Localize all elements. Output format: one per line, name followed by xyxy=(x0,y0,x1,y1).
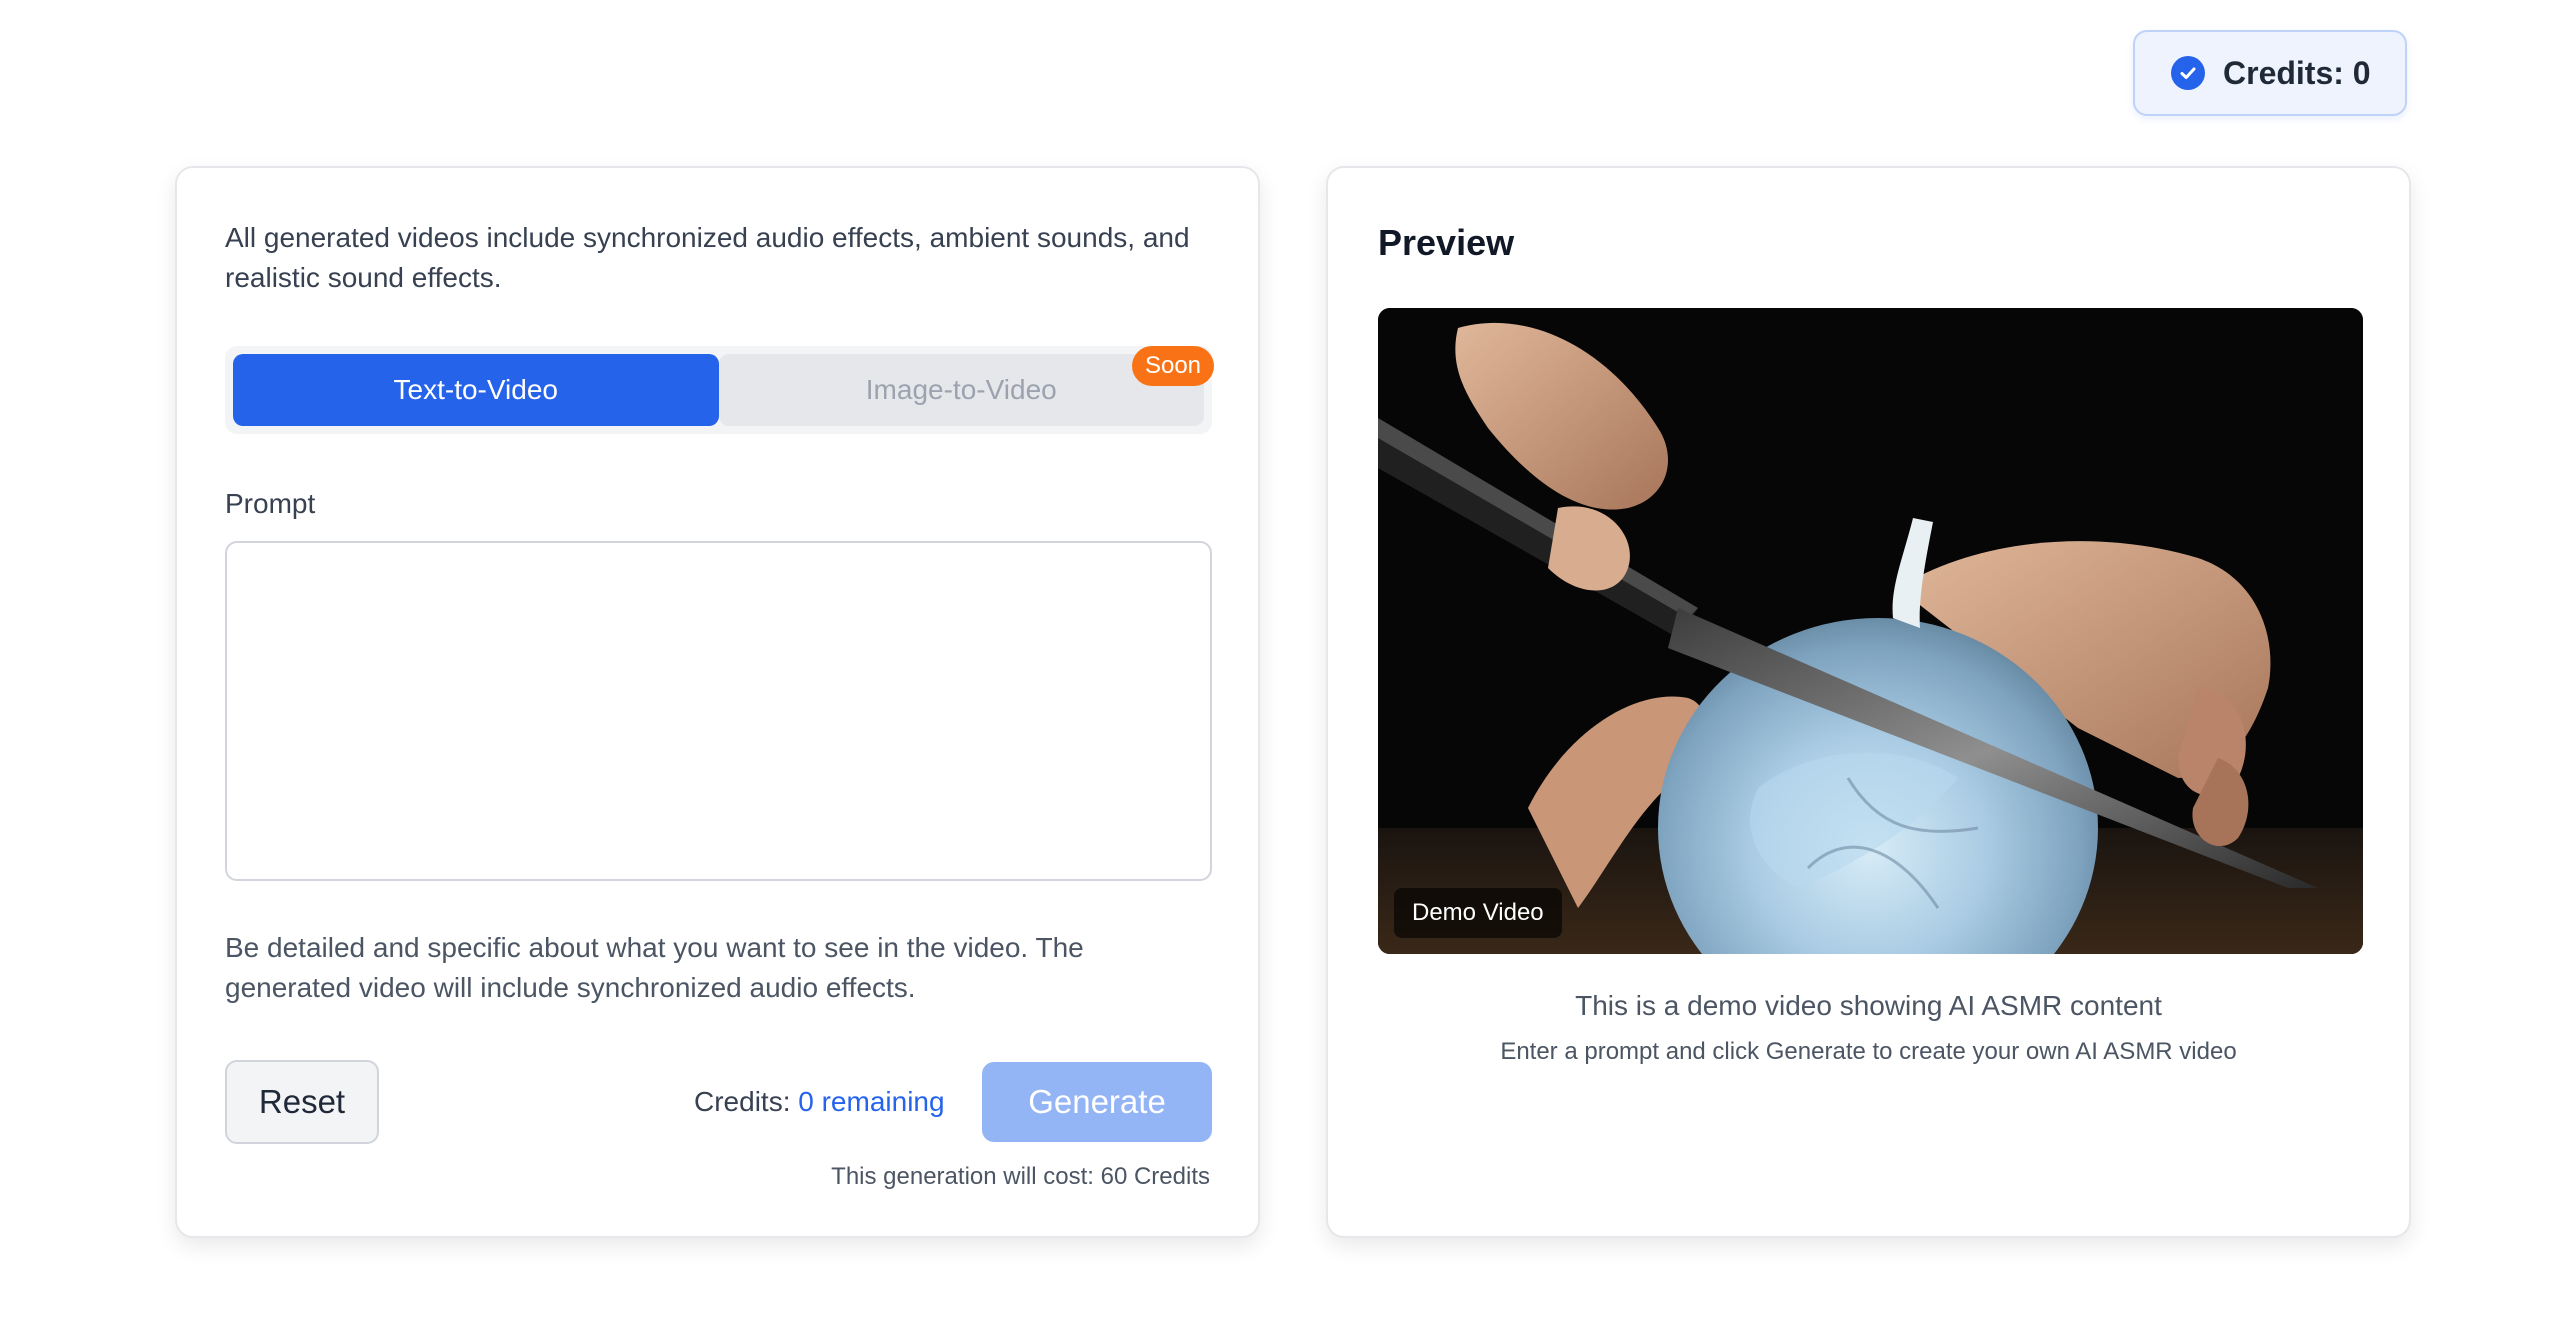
credits-remaining-link[interactable]: 0 remaining xyxy=(798,1086,944,1117)
demo-caption: This is a demo video showing AI ASMR con… xyxy=(1575,990,2162,1021)
preview-title: Preview xyxy=(1378,222,1515,263)
reset-button[interactable]: Reset xyxy=(225,1060,379,1144)
tab-text-to-video[interactable]: Text-to-Video xyxy=(233,354,719,426)
demo-video[interactable]: Demo Video xyxy=(1378,308,2363,954)
credits-prefix: Credits: xyxy=(694,1086,791,1117)
demo-video-label: Demo Video xyxy=(1394,888,1562,938)
preview-card: Preview Demo Video This is a demo video … xyxy=(1326,166,2411,1238)
credits-indicator[interactable]: Credits: 0 xyxy=(2133,30,2407,116)
credits-remaining-line: Credits: 0 remaining xyxy=(694,1086,945,1118)
generate-button[interactable]: Generate xyxy=(982,1062,1212,1142)
generator-card: All generated videos include synchronize… xyxy=(175,166,1260,1238)
intro-text: All generated videos include synchronize… xyxy=(225,222,1190,293)
credits-indicator-label: Credits: 0 xyxy=(2223,54,2371,91)
prompt-input[interactable] xyxy=(225,541,1212,881)
prompt-label: Prompt xyxy=(225,488,316,519)
cost-note: This generation will cost: 60 Credits xyxy=(831,1163,1210,1190)
demo-video-image xyxy=(1378,308,2363,954)
demo-subcaption: Enter a prompt and click Generate to cre… xyxy=(1500,1038,2237,1065)
mode-toggle: Text-to-Video Image-to-Video xyxy=(225,346,1212,434)
check-circle-icon xyxy=(2171,56,2205,90)
soon-badge: Soon xyxy=(1132,346,1214,386)
prompt-hint: Be detailed and specific about what you … xyxy=(225,932,1084,1003)
